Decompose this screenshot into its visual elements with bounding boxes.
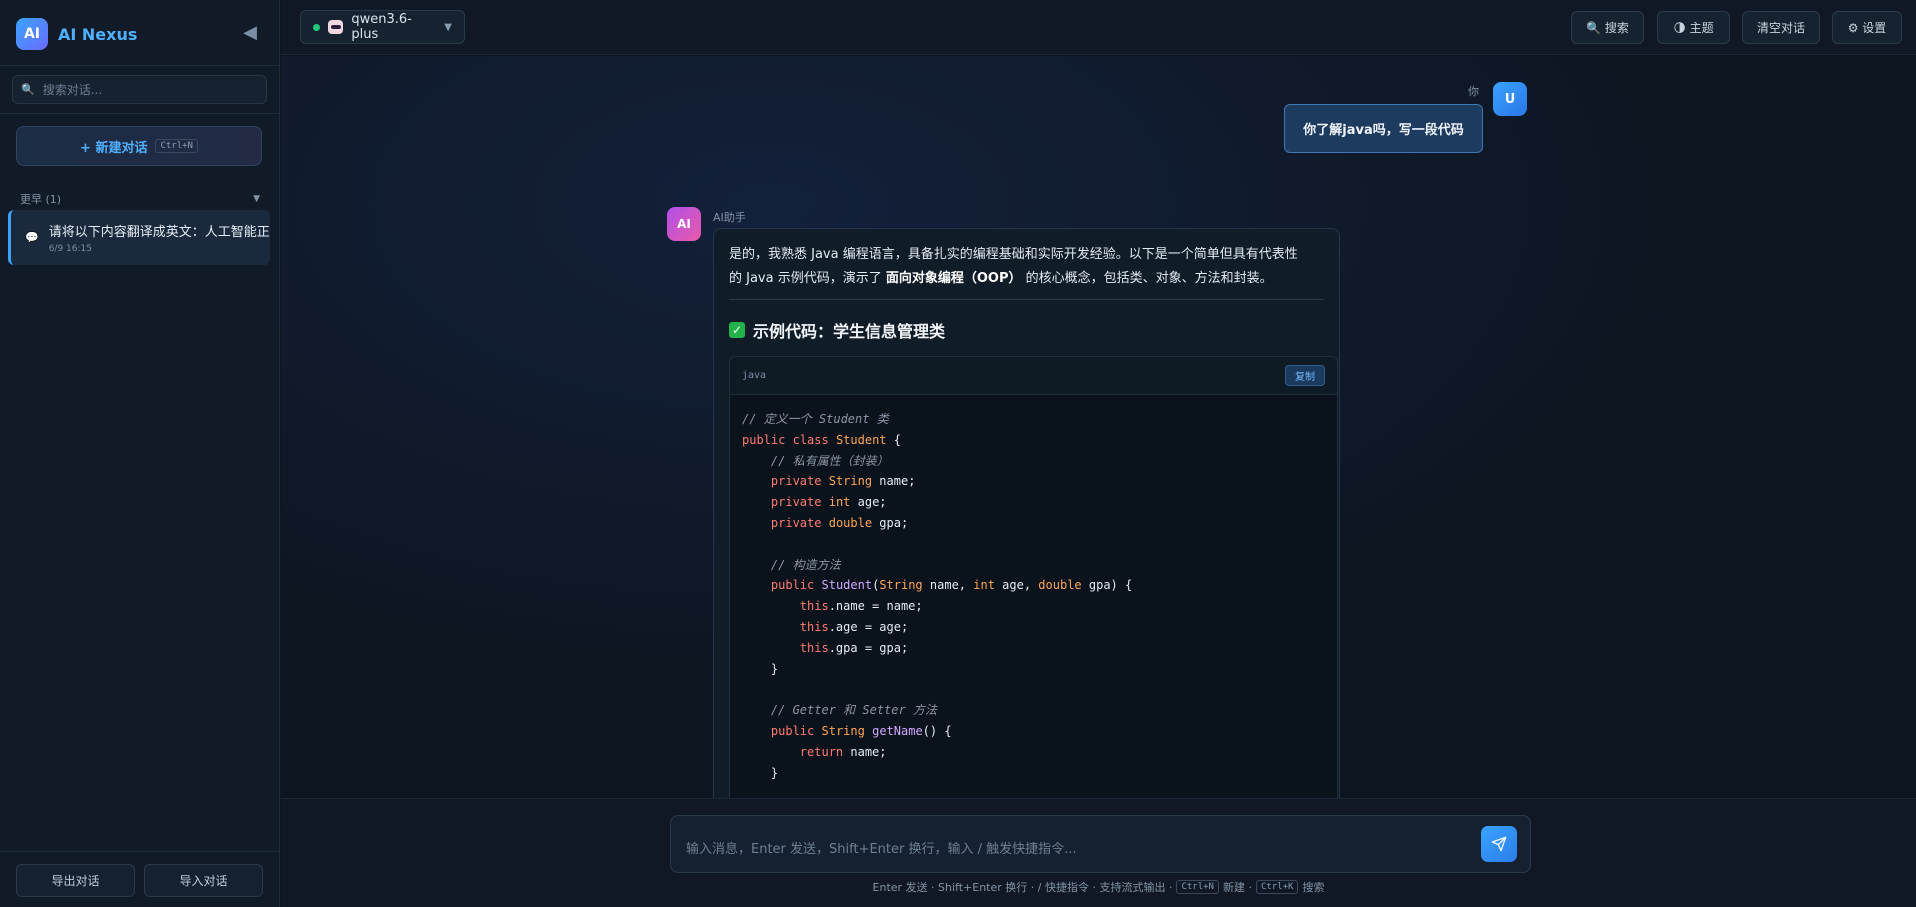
model-status-dot: [313, 23, 320, 31]
intro-line-2-pre: 的 Java 示例代码，演示了: [729, 271, 886, 286]
brand-logo: AI: [16, 18, 48, 50]
check-icon: ✓: [729, 322, 745, 338]
intro-line-2-bold: 面向对象编程（OOP）: [885, 271, 1022, 286]
code-line: // Getter 和 Setter 方法: [770, 703, 937, 718]
code-line: this.age = age;: [799, 619, 909, 634]
code-line: private double gpa;: [770, 515, 909, 530]
chevron-down-icon: ▼: [444, 21, 452, 33]
code-line: }: [742, 765, 779, 780]
sidebar-divider: [0, 65, 280, 66]
code-line: private int age;: [770, 495, 887, 510]
section-title-text: 示例代码：学生信息管理类: [753, 322, 946, 341]
code-line: public class Student {: [742, 432, 901, 447]
new-chat-button[interactable]: + 新建对话 Ctrl+N: [16, 126, 262, 166]
code-line: this.gpa = gpa;: [799, 640, 909, 655]
collapse-sidebar-icon[interactable]: ◀: [240, 22, 260, 43]
model-name: qwen3.6-plus: [351, 12, 412, 42]
code-line: // 构造方法: [770, 557, 841, 572]
code-block: java 复制 // 定义一个 Student 类 public class St…: [729, 356, 1338, 798]
code-header: java 复制: [730, 357, 1337, 395]
assistant-avatar: AI: [667, 207, 701, 241]
input-area: Enter 发送 · Shift+Enter 换行 · / 快捷指令 · 支持流…: [281, 798, 1916, 907]
user-message: 你了解java吗，写一段代码: [1284, 104, 1483, 153]
search-icon: 🔍: [21, 83, 35, 96]
intro-line-1: 是的，我熟悉 Java 编程语言，具备扎实的编程基础和实际开发经验。以下是一个简…: [729, 247, 1298, 262]
message-input[interactable]: [684, 840, 1481, 858]
divider: [729, 299, 1324, 300]
sidebar-divider: [0, 113, 280, 114]
user-label: 你: [1468, 85, 1479, 98]
conversation-title: 请将以下内容翻译成英文：人工智能正: [48, 225, 270, 240]
chat-area[interactable]: 你 U 你了解java吗，写一段代码 AI AI助手 是的，我熟悉 Java 编…: [281, 56, 1916, 798]
sidebar: AI AI Nexus ◀ 🔍 + 新建对话 Ctrl+N 更早 (1) ▼ 💬…: [0, 0, 280, 907]
copy-code-button[interactable]: 复制: [1285, 365, 1325, 386]
assistant-message: 是的，我熟悉 Java 编程语言，具备扎实的编程基础和实际开发经验。以下是一个简…: [713, 228, 1340, 798]
settings-button[interactable]: ⚙ 设置: [1832, 11, 1902, 44]
keyboard-hint: Enter 发送 · Shift+Enter 换行 · / 快捷指令 · 支持流…: [281, 879, 1916, 895]
group-label: 更早 (1): [20, 193, 62, 206]
search-button[interactable]: 🔍 搜索: [1571, 11, 1644, 44]
assistant-label: AI助手: [713, 211, 746, 224]
conversation-search-input[interactable]: [40, 81, 251, 98]
hint-pre: Enter 发送 · Shift+Enter 换行 · / 快捷指令 · 支持流…: [872, 881, 1173, 894]
brand-name: AI Nexus: [58, 24, 138, 44]
code-line: return name;: [799, 744, 887, 759]
send-button[interactable]: [1481, 826, 1517, 862]
top-bar: qwen3.6-plus ▼ 🔍 搜索 🌗 主题 清空对话 ⚙ 设置: [281, 0, 1916, 55]
message-input-box[interactable]: [670, 815, 1531, 873]
brand: AI AI Nexus: [16, 18, 137, 50]
code-line: // 定义一个 Student 类: [742, 412, 889, 426]
theme-button[interactable]: 🌗 主题: [1657, 11, 1730, 44]
assistant-intro: 是的，我熟悉 Java 编程语言，具备扎实的编程基础和实际开发经验。以下是一个简…: [729, 243, 1324, 291]
conversation-time: 6/9 16:15: [48, 244, 92, 254]
sidebar-divider: [0, 851, 280, 852]
code-line: // 私有属性（封装）: [770, 453, 889, 468]
hint-kbd-search: Ctrl+K: [1255, 880, 1299, 894]
conversation-item[interactable]: 💬 请将以下内容翻译成英文：人工智能正 6/9 16:15: [8, 210, 270, 265]
code-language: java: [742, 370, 767, 381]
code-line: private String name;: [770, 474, 916, 489]
section-title: ✓ 示例代码：学生信息管理类: [729, 318, 1324, 342]
clear-chat-button[interactable]: 清空对话: [1742, 11, 1820, 44]
intro-line-2-post: 的核心概念，包括类、对象、方法和封装。: [1021, 271, 1273, 286]
code-line: }: [742, 661, 779, 676]
hint-mid: 新建 ·: [1222, 881, 1252, 894]
chevron-down-icon[interactable]: ▼: [253, 194, 260, 204]
robot-icon: [327, 20, 344, 34]
export-conversation-button[interactable]: 导出对话: [16, 864, 135, 897]
new-chat-label: + 新建对话: [80, 140, 148, 156]
hint-kbd-new: Ctrl+N: [1176, 880, 1219, 894]
model-selector[interactable]: qwen3.6-plus ▼: [300, 10, 465, 44]
hint-post: 搜索: [1302, 881, 1325, 894]
conversation-search[interactable]: 🔍: [12, 75, 267, 104]
send-icon: [1491, 836, 1507, 852]
code-line: this.name = name;: [799, 599, 923, 614]
import-conversation-button[interactable]: 导入对话: [144, 864, 263, 897]
code-body: // 定义一个 Student 类 public class Student { …: [730, 395, 1337, 798]
code-line: public String getName() {: [770, 723, 952, 738]
new-chat-shortcut: Ctrl+N: [155, 139, 198, 153]
user-avatar: U: [1493, 82, 1527, 116]
code-line: public Student(String name, int age, dou…: [770, 578, 1133, 593]
chat-bubble-icon: 💬: [25, 231, 39, 244]
conversation-group-header[interactable]: 更早 (1) ▼: [20, 191, 260, 207]
